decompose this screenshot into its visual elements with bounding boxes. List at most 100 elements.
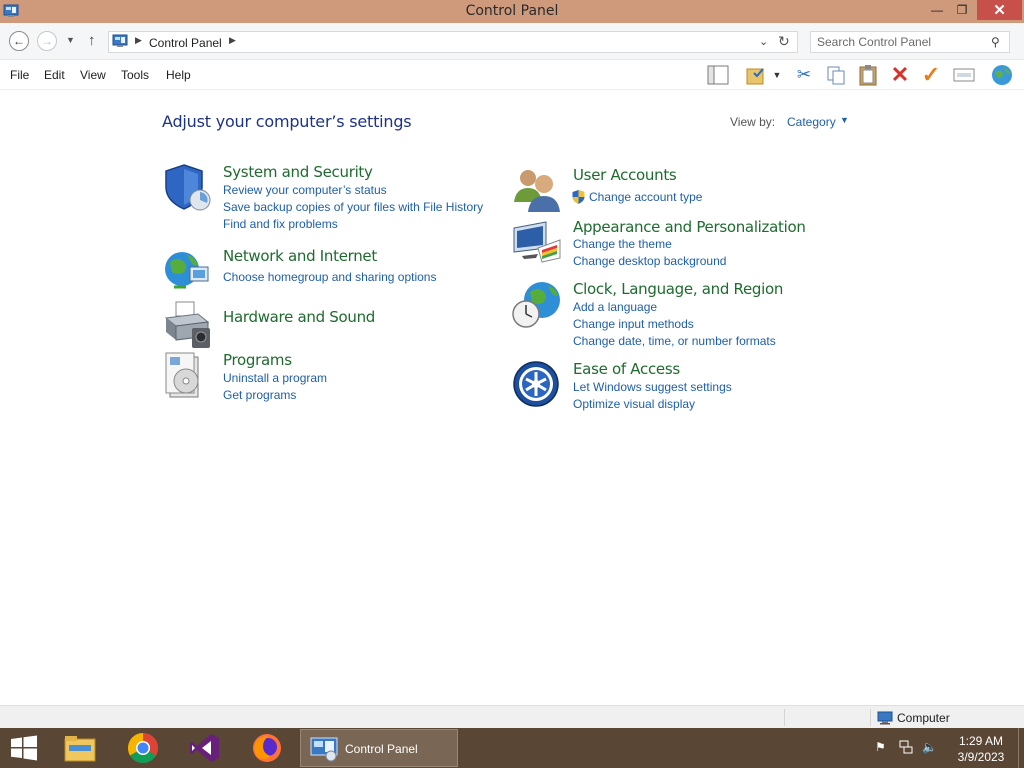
address-bar: ← → ▼ ↑ ▶ Control Panel ▶ ⌄ ↻ ⚲	[0, 23, 1024, 60]
category-title[interactable]: Appearance and Personalization	[573, 218, 806, 236]
menu-file[interactable]: File	[10, 68, 29, 82]
status-divider	[870, 709, 871, 726]
category-clock-language-region: Clock, Language, and Region Add a langua…	[512, 280, 842, 352]
link-find-fix-problems[interactable]: Find and fix problems	[223, 217, 338, 231]
programs-icon[interactable]	[162, 351, 212, 401]
link-uninstall-program[interactable]: Uninstall a program	[223, 371, 327, 385]
category-programs: Programs Uninstall a program Get program…	[162, 351, 492, 402]
address-box[interactable]: ▶ Control Panel ▶ ⌄ ↻	[108, 31, 798, 53]
link-date-time-formats[interactable]: Change date, time, or number formats	[573, 334, 776, 348]
category-system-and-security: System and Security Review your computer…	[162, 163, 492, 243]
category-ease-of-access: Ease of Access Let Windows suggest setti…	[512, 360, 842, 416]
link-input-methods[interactable]: Change input methods	[573, 317, 694, 331]
breadcrumb-control-panel[interactable]: Control Panel	[149, 36, 222, 50]
category-title[interactable]: Ease of Access	[573, 360, 680, 378]
search-box[interactable]: ⚲	[810, 31, 1010, 53]
paste-icon[interactable]	[856, 63, 880, 87]
category-user-accounts: User Accounts Change account type	[512, 166, 842, 216]
shield-icon[interactable]	[162, 163, 212, 213]
control-panel-icon	[112, 34, 128, 47]
taskbar-control-panel[interactable]: Control Panel	[300, 729, 458, 767]
clock-globe-icon[interactable]	[512, 280, 562, 330]
link-review-status[interactable]: Review your computer’s status	[223, 183, 387, 197]
status-bar: Computer	[0, 705, 1024, 728]
firefox-icon[interactable]	[245, 730, 289, 766]
category-title[interactable]: Clock, Language, and Region	[573, 280, 783, 298]
status-location: Computer	[897, 711, 950, 725]
link-windows-suggest-settings[interactable]: Let Windows suggest settings	[573, 380, 732, 394]
page-heading: Adjust your computer’s settings	[162, 112, 412, 131]
uac-shield-icon	[572, 190, 585, 204]
start-windows-icon[interactable]	[2, 730, 46, 766]
search-icon[interactable]: ⚲	[991, 35, 1000, 49]
link-optimize-visual-display[interactable]: Optimize visual display	[573, 397, 695, 411]
folder-options-dropdown-icon[interactable]: ▼	[770, 63, 784, 87]
volume-icon[interactable]: 🔈	[922, 740, 937, 754]
view-by-chevron-down-icon[interactable]: ▼	[840, 115, 849, 125]
up-arrow-icon[interactable]: ↑	[88, 32, 96, 49]
users-icon[interactable]	[512, 166, 562, 216]
clock-date: 3/9/2023	[957, 750, 1005, 764]
menu-help[interactable]: Help	[166, 68, 191, 82]
network-globe-icon[interactable]	[162, 247, 212, 297]
recent-locations-chevron-icon[interactable]: ▼	[66, 35, 75, 45]
copy-icon[interactable]	[824, 63, 848, 87]
category-title[interactable]: System and Security	[223, 163, 373, 181]
taskbar-clock[interactable]: 1:29 AM 3/9/2023	[955, 733, 1007, 765]
window-title: Control Panel	[465, 3, 559, 19]
globe-icon[interactable]	[990, 63, 1014, 87]
menu-edit[interactable]: Edit	[44, 68, 65, 82]
view-by-dropdown[interactable]: Category	[787, 115, 836, 129]
title-bar: Control Panel — ❐ ✕	[0, 0, 1024, 23]
back-button[interactable]: ←	[9, 31, 29, 51]
link-homegroup-sharing[interactable]: Choose homegroup and sharing options	[223, 270, 436, 284]
menu-view[interactable]: View	[80, 68, 106, 82]
ease-of-access-icon[interactable]	[512, 360, 562, 410]
category-network-and-internet: Network and Internet Choose homegroup an…	[162, 247, 492, 297]
link-get-programs[interactable]: Get programs	[223, 388, 296, 402]
layout-pane-icon[interactable]	[706, 63, 730, 87]
folder-options-icon[interactable]	[744, 63, 768, 87]
category-title[interactable]: Programs	[223, 351, 292, 369]
address-dropdown-icon[interactable]: ⌄	[759, 35, 768, 48]
display-palette-icon[interactable]	[512, 218, 562, 268]
category-title[interactable]: Hardware and Sound	[223, 308, 375, 326]
menu-bar: File Edit View Tools Help ▼ ✂ ✕ ✓	[0, 60, 1024, 90]
action-center-flag-icon[interactable]: ⚑	[875, 740, 886, 754]
link-add-language[interactable]: Add a language	[573, 300, 657, 314]
file-explorer-icon[interactable]	[58, 730, 102, 766]
taskbar: Control Panel ⚑ 🔈 1:29 AM 3/9/2023	[0, 728, 1024, 768]
clock-time: 1:29 AM	[958, 734, 1004, 748]
refresh-icon[interactable]: ↻	[778, 33, 790, 50]
printer-icon[interactable]	[162, 300, 212, 350]
computer-icon	[877, 711, 893, 725]
link-file-history[interactable]: Save backup copies of your files with Fi…	[223, 200, 483, 214]
restore-button[interactable]: ❐	[950, 0, 974, 20]
search-input[interactable]	[817, 35, 982, 49]
status-divider	[784, 709, 785, 726]
menu-tools[interactable]: Tools	[121, 68, 149, 82]
minimize-button[interactable]: —	[925, 0, 949, 20]
properties-check-icon[interactable]: ✓	[919, 62, 943, 87]
chrome-icon[interactable]	[121, 730, 165, 766]
network-icon[interactable]	[899, 740, 913, 757]
category-title[interactable]: Network and Internet	[223, 247, 377, 265]
close-button[interactable]: ✕	[977, 0, 1022, 20]
link-desktop-background[interactable]: Change desktop background	[573, 254, 726, 268]
control-panel-icon	[310, 737, 338, 762]
category-appearance-and-personalization: Appearance and Personalization Change th…	[512, 218, 842, 274]
breadcrumb-separator-icon[interactable]: ▶	[135, 35, 142, 46]
visual-studio-icon[interactable]	[183, 730, 227, 766]
link-change-account-type[interactable]: Change account type	[589, 190, 702, 204]
cut-icon[interactable]: ✂	[792, 63, 816, 87]
show-desktop-button[interactable]	[1018, 728, 1024, 768]
delete-icon[interactable]: ✕	[888, 62, 912, 87]
link-change-theme[interactable]: Change the theme	[573, 237, 672, 251]
category-title[interactable]: User Accounts	[573, 166, 677, 184]
rename-icon[interactable]	[952, 63, 976, 87]
forward-button[interactable]: →	[37, 31, 57, 51]
view-by-label: View by:	[730, 115, 776, 129]
category-hardware-and-sound: Hardware and Sound	[162, 300, 492, 350]
breadcrumb-separator-icon[interactable]: ▶	[229, 35, 236, 46]
taskbar-control-panel-label: Control Panel	[345, 742, 418, 756]
